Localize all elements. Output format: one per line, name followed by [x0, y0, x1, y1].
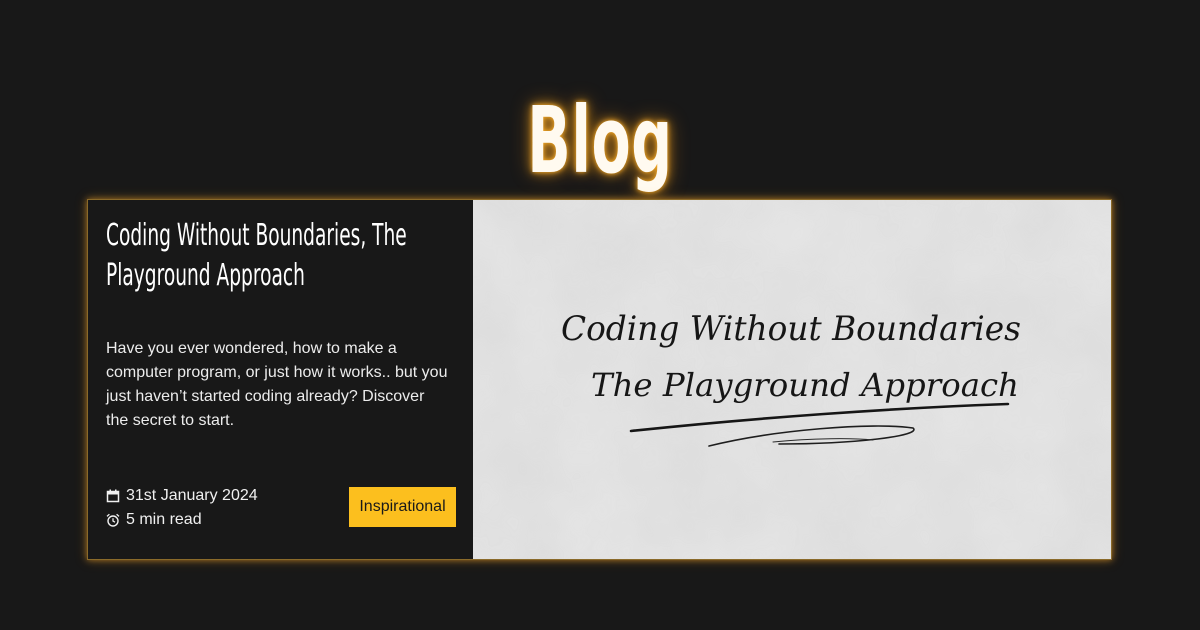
post-title[interactable]: Coding Without Boundaries, The Playgroun… — [106, 216, 478, 296]
post-date-row: 31st January 2024 — [106, 484, 258, 508]
calendar-icon — [106, 489, 120, 503]
thumbnail-line-2: The Playground Approach — [591, 366, 1019, 404]
thumbnail-artwork: Coding Without Boundaries The Playground… — [473, 200, 1111, 559]
alarm-clock-icon — [106, 513, 120, 527]
blog-post-card[interactable]: Coding Without Boundaries, The Playgroun… — [87, 199, 1112, 560]
post-read-time: 5 min read — [126, 511, 202, 528]
thumbnail-line-1: Coding Without Boundaries — [561, 309, 1021, 349]
post-thumbnail[interactable]: Coding Without Boundaries The Playground… — [473, 200, 1111, 559]
post-excerpt: Have you ever wondered, how to make a co… — [106, 340, 448, 429]
post-date: 31st January 2024 — [126, 487, 258, 504]
card-content: Coding Without Boundaries, The Playgroun… — [88, 200, 473, 559]
page-title: Blog — [527, 86, 673, 194]
category-tag-button[interactable]: Inspirational — [349, 487, 456, 527]
post-meta: 31st January 2024 5 min read — [106, 484, 258, 532]
post-read-time-row: 5 min read — [106, 508, 258, 532]
